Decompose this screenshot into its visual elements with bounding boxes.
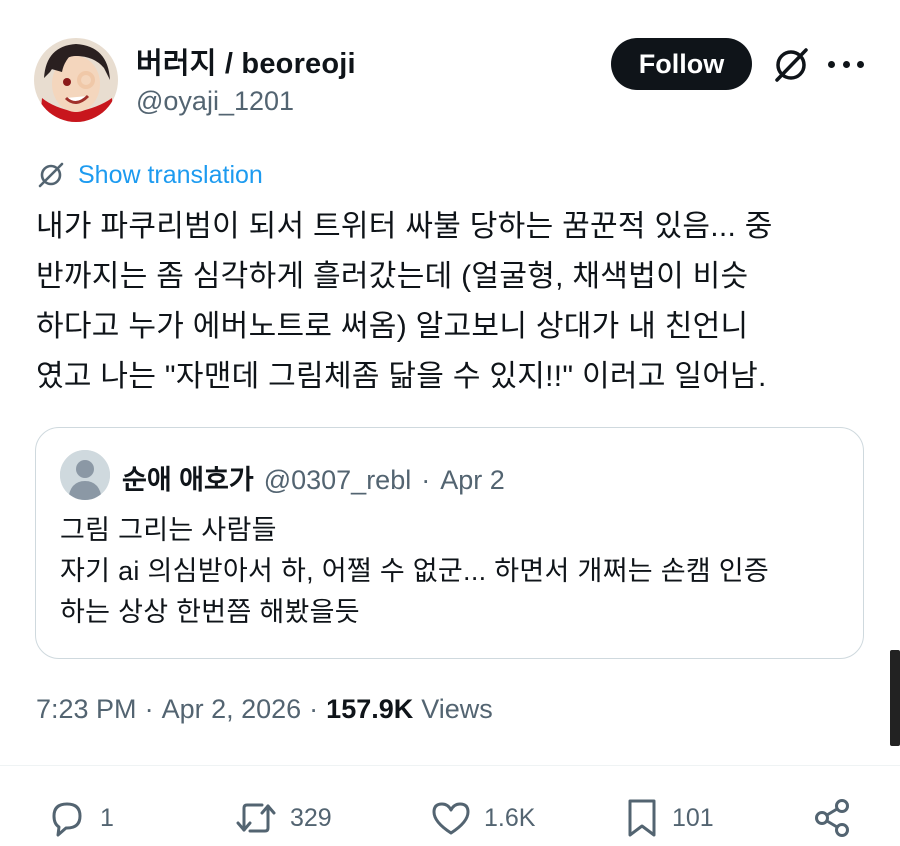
reply-count: 1: [100, 803, 114, 832]
divider: [0, 765, 900, 766]
share-icon: [812, 797, 854, 839]
quoted-header: 순애 애호가 @0307_rebl · Apr 2: [122, 458, 505, 497]
author-avatar[interactable]: [34, 38, 118, 122]
repost-button[interactable]: 329: [234, 796, 332, 840]
repost-icon: [234, 798, 278, 838]
more-dots-icon[interactable]: [828, 52, 864, 76]
tweet-text: 내가 파쿠리범이 되서 트위터 싸불 당하는 꿈꾼적 있음... 중 반까지는 …: [36, 210, 773, 393]
author-display-name[interactable]: 버러지 / beoreoji: [136, 40, 356, 82]
tweet-date[interactable]: Apr 2, 2026: [162, 694, 302, 725]
heart-icon: [430, 798, 472, 838]
share-button[interactable]: [812, 796, 854, 840]
quoted-date[interactable]: Apr 2: [440, 465, 505, 496]
separator-dot: ·: [309, 694, 319, 724]
follow-button[interactable]: Follow: [611, 38, 752, 90]
quoted-author-name[interactable]: 순애 애호가: [122, 458, 254, 497]
author-handle[interactable]: @oyaji_1201: [136, 86, 294, 117]
tweet-meta: 7:23 PM · Apr 2, 2026 · 157.9K Views: [36, 694, 493, 725]
scrollbar[interactable]: [890, 650, 900, 746]
tweet-time[interactable]: 7:23 PM: [36, 694, 137, 725]
quoted-tweet-text: 그림 그리는 사람들 자기 ai 의심받아서 하, 어쩔 수 없군... 하면서…: [60, 515, 770, 627]
bookmark-count: 101: [672, 803, 714, 832]
quoted-avatar[interactable]: [60, 450, 110, 500]
show-translation[interactable]: Show translation: [36, 158, 263, 192]
grok-icon: [36, 160, 66, 190]
views-count: 157.9K: [326, 694, 414, 724]
show-translation-label[interactable]: Show translation: [78, 161, 263, 190]
grok-icon[interactable]: [770, 44, 812, 86]
views-label: Views: [421, 694, 493, 724]
bookmark-button[interactable]: 101: [624, 796, 714, 840]
separator-dot: ·: [421, 465, 431, 495]
repost-count: 329: [290, 803, 332, 832]
reply-button[interactable]: 1: [46, 796, 114, 840]
bookmark-icon: [624, 797, 660, 839]
quoted-author-handle[interactable]: @0307_rebl: [264, 465, 412, 496]
reply-icon: [46, 798, 88, 838]
like-count: 1.6K: [484, 803, 536, 832]
separator-dot: ·: [144, 694, 154, 724]
like-button[interactable]: 1.6K: [430, 796, 535, 840]
